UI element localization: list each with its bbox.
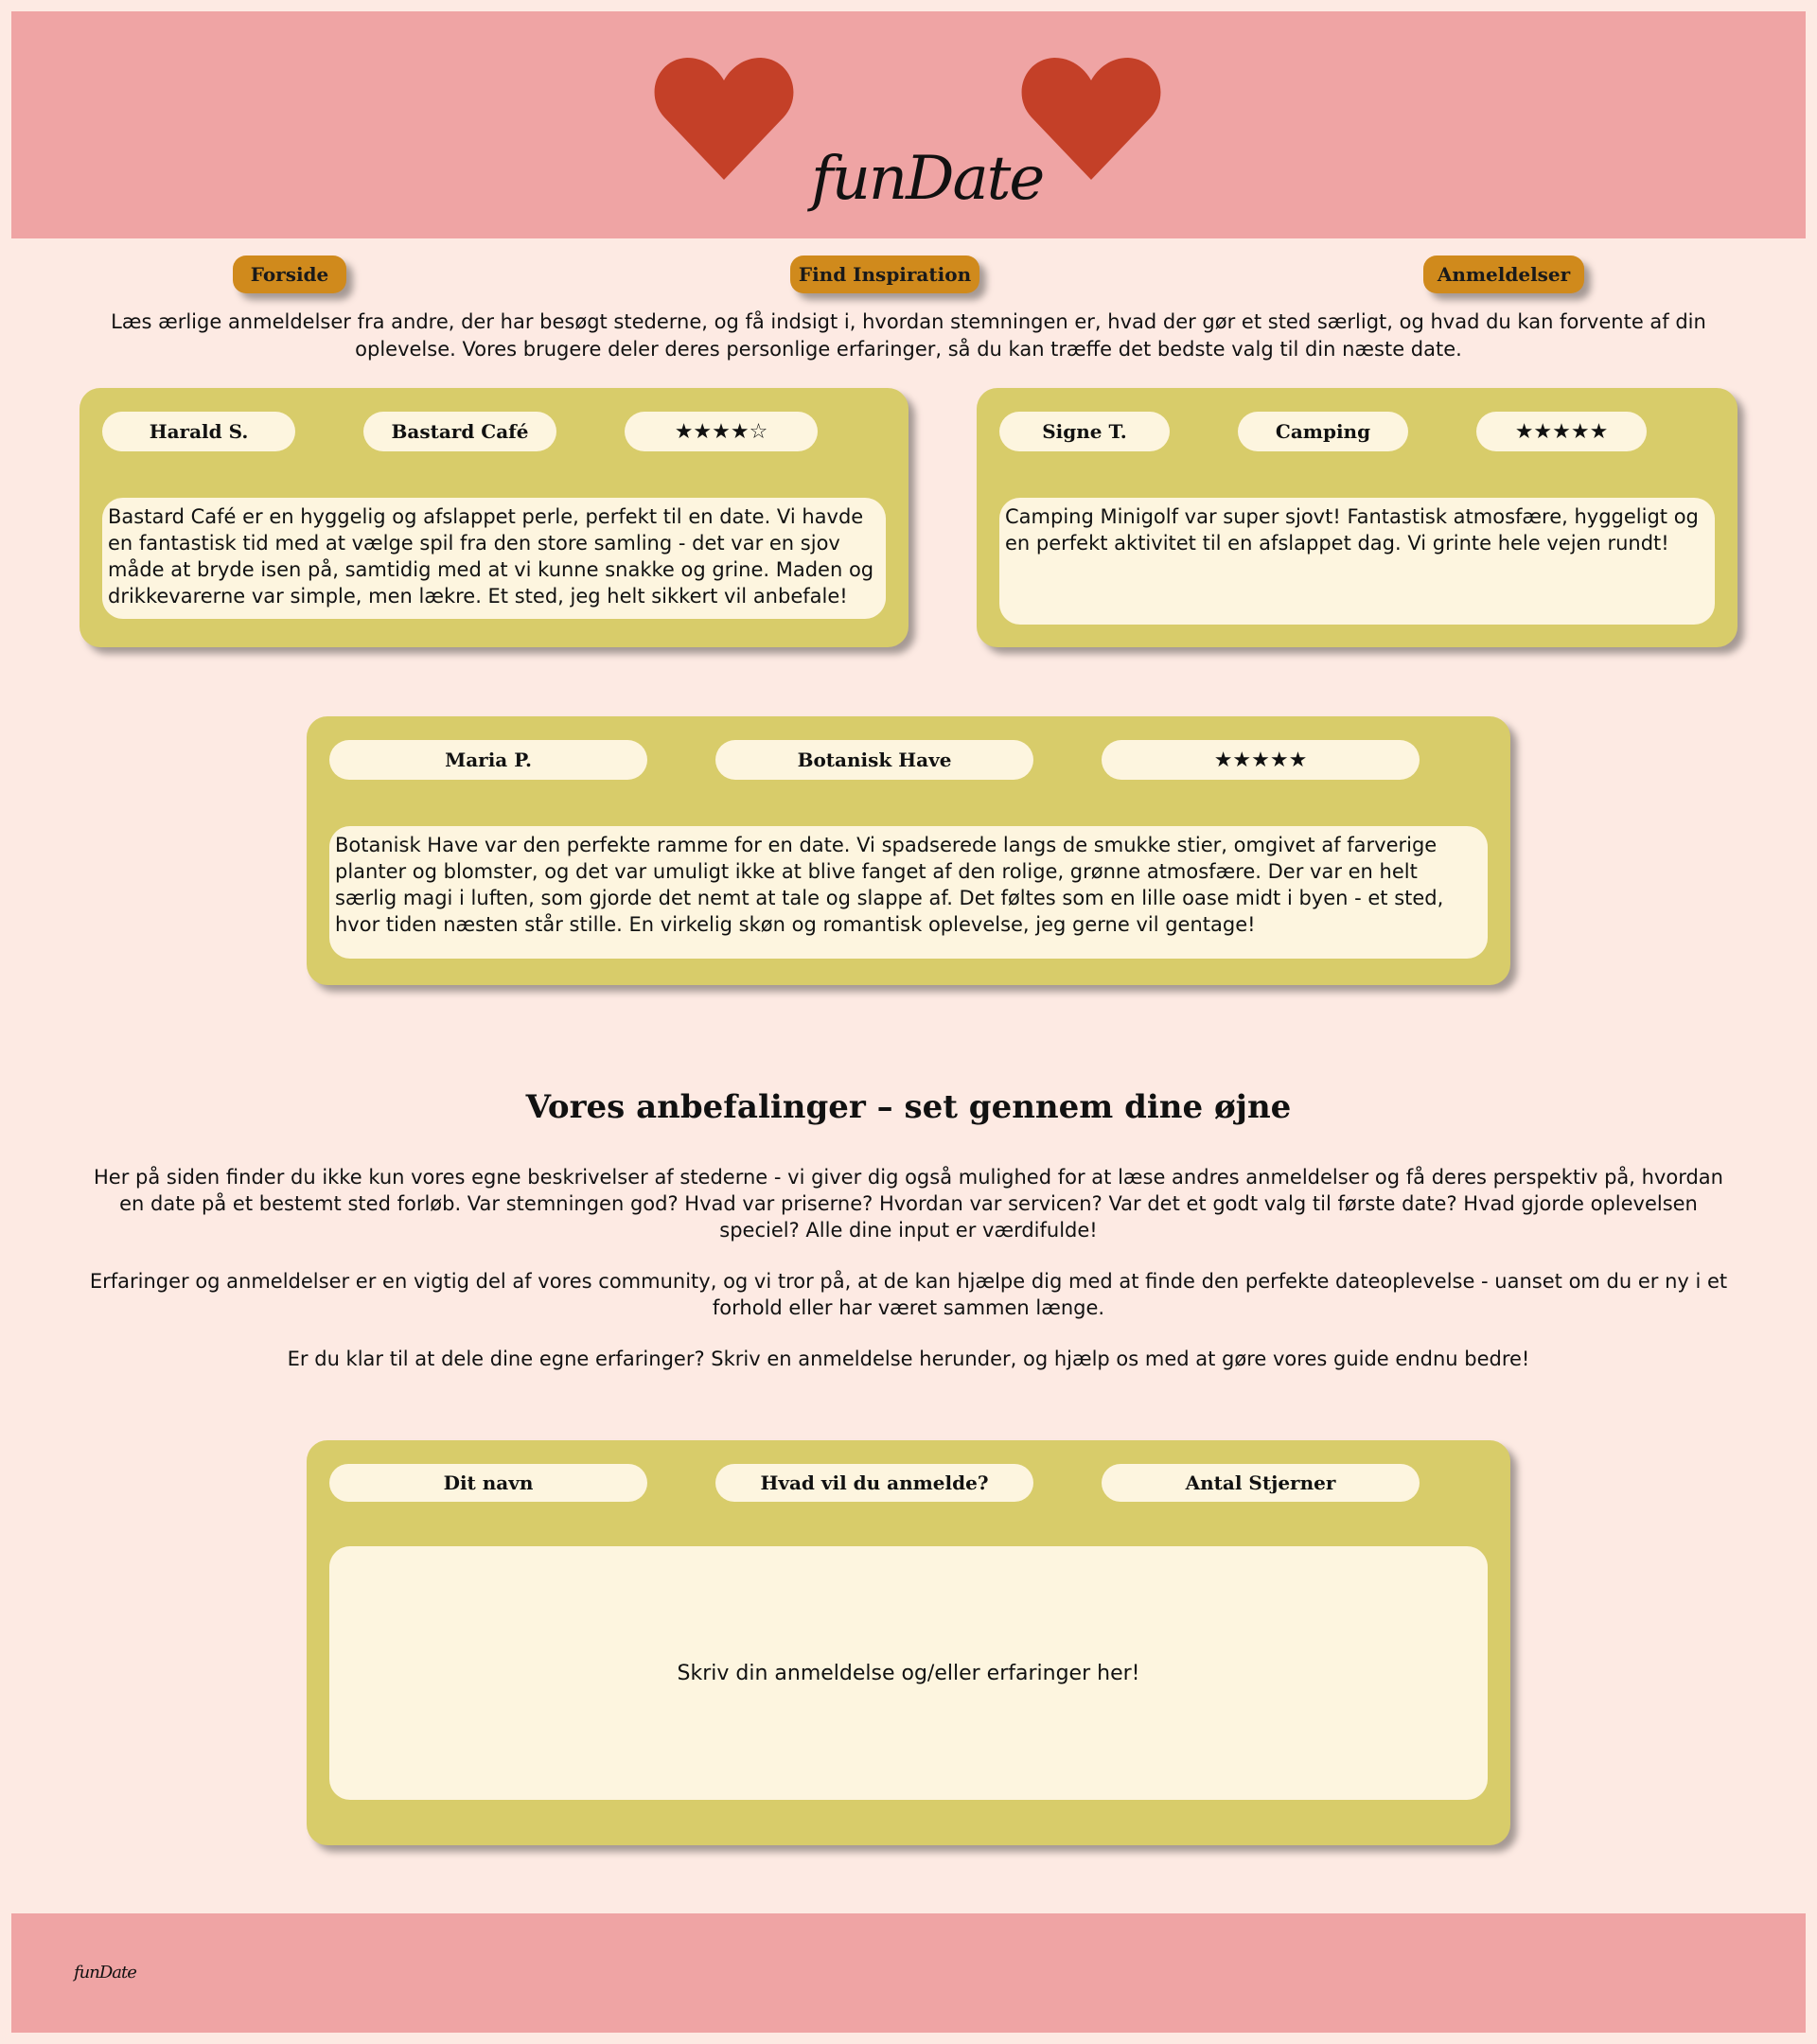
nav-button-anmeldelser[interactable]: Anmeldelser xyxy=(1423,256,1584,293)
review-text: Camping Minigolf var super sjovt! Fantas… xyxy=(999,498,1715,625)
reviewer-name: Maria P. xyxy=(329,740,647,780)
paragraph: Er du klar til at dele dine egne erfarin… xyxy=(287,1348,1530,1370)
nav-button-find-inspiration[interactable]: Find Inspiration xyxy=(790,256,979,293)
review-place: Camping xyxy=(1238,412,1408,451)
intro-text: Læs ærlige anmeldelser fra andre, der ha… xyxy=(111,310,1706,361)
reviewer-name: Signe T. xyxy=(999,412,1170,451)
nav-button-forside[interactable]: Forside xyxy=(233,256,346,293)
review-card: Signe T. Camping ★★★★★ Camping Minigolf … xyxy=(977,388,1738,647)
review-place: Bastard Café xyxy=(363,412,556,451)
review-text: Botanisk Have var den perfekte ramme for… xyxy=(329,826,1488,959)
name-input[interactable]: Dit navn xyxy=(329,1464,647,1502)
review-card: Maria P. Botanisk Have ★★★★★ Botanisk Ha… xyxy=(307,716,1510,985)
footer-logo[interactable]: funDate xyxy=(74,1963,137,1982)
star-rating: ★★★★★ xyxy=(1476,412,1647,451)
review-place: Botanisk Have xyxy=(715,740,1033,780)
place-input[interactable]: Hvad vil du anmelde? xyxy=(715,1464,1033,1502)
review-textarea[interactable]: Skriv din anmeldelse og/eller erfaringer… xyxy=(329,1546,1488,1800)
stars-input[interactable]: Antal Stjerner xyxy=(1102,1464,1420,1502)
reviewer-name: Harald S. xyxy=(102,412,295,451)
site-header: funDate xyxy=(11,11,1806,238)
review-form: Dit navn Hvad vil du anmelde? Antal Stje… xyxy=(307,1440,1510,1845)
review-text: Bastard Café er en hyggelig og afslappet… xyxy=(102,498,886,619)
section-title: Vores anbefalinger – set gennem dine øjn… xyxy=(525,1088,1292,1126)
paragraph: Her på siden finder du ikke kun vores eg… xyxy=(94,1166,1723,1242)
site-logo[interactable]: funDate xyxy=(811,144,1045,214)
star-rating: ★★★★★ xyxy=(1102,740,1420,780)
review-card: Harald S. Bastard Café ★★★★☆ Bastard Caf… xyxy=(79,388,908,647)
site-footer: funDate xyxy=(11,1913,1806,2033)
star-rating: ★★★★☆ xyxy=(625,412,818,451)
paragraph: Erfaringer og anmeldelser er en vigtig d… xyxy=(89,1270,1728,1319)
heart-icon xyxy=(653,51,795,184)
